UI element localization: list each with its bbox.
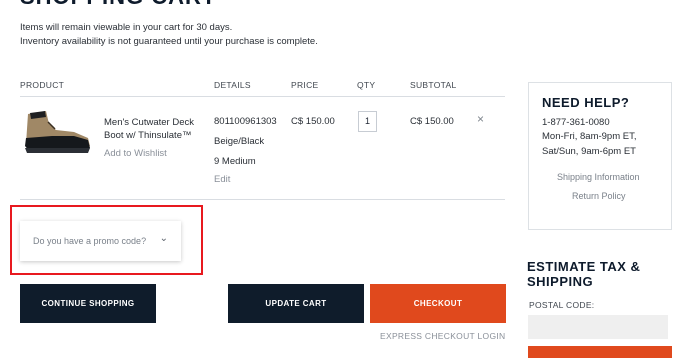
express-checkout-login-link[interactable]: EXPRESS CHECKOUT LOGIN — [380, 331, 505, 341]
chevron-down-icon: ⌄ — [159, 233, 168, 244]
product-subtotal: C$ 150.00 — [410, 116, 454, 127]
help-hours-weekend: Sat/Sun, 9am-6pm ET — [542, 146, 636, 157]
help-hours-weekday: Mon-Fri, 8am-9pm ET, — [542, 131, 637, 142]
column-subtotal: SUBTOTAL — [410, 80, 457, 90]
edit-item-link[interactable]: Edit — [214, 174, 230, 185]
shipping-information-link[interactable]: Shipping Information — [557, 172, 640, 182]
column-qty: QTY — [357, 80, 376, 90]
estimate-button[interactable] — [528, 346, 672, 358]
page-title: SHOPPING CART — [20, 0, 216, 10]
row-divider — [20, 199, 505, 200]
estimate-tax-title: ESTIMATE TAX & SHIPPING — [527, 259, 641, 289]
postal-code-input[interactable] — [528, 315, 668, 339]
product-size: 9 Medium — [214, 156, 256, 167]
column-details: DETAILS — [214, 80, 251, 90]
product-price: C$ 150.00 — [291, 116, 335, 127]
column-product: PRODUCT — [20, 80, 65, 90]
product-name[interactable]: Men's Cutwater Deck Boot w/ Thinsulate™ — [104, 116, 200, 142]
cart-notice-line1: Items will remain viewable in your cart … — [20, 22, 233, 33]
checkout-button[interactable]: CHECKOUT — [370, 284, 506, 323]
add-to-wishlist-link[interactable]: Add to Wishlist — [104, 148, 167, 159]
quantity-input[interactable]: 1 — [358, 111, 377, 132]
return-policy-link[interactable]: Return Policy — [572, 191, 626, 201]
postal-code-label: POSTAL CODE: — [529, 300, 595, 310]
remove-item-icon[interactable]: × — [477, 112, 484, 126]
cart-notice-line2: Inventory availability is not guaranteed… — [20, 36, 318, 47]
continue-shopping-button[interactable]: CONTINUE SHOPPING — [20, 284, 156, 323]
promo-code-toggle[interactable]: Do you have a promo code? ⌄ — [20, 221, 181, 261]
update-cart-button[interactable]: UPDATE CART — [228, 284, 364, 323]
product-image[interactable] — [22, 108, 94, 156]
help-title: NEED HELP? — [542, 95, 630, 110]
help-phone[interactable]: 1-877-361-0080 — [542, 117, 610, 128]
product-color: Beige/Black — [214, 136, 265, 147]
product-sku: 801100961303 — [214, 116, 277, 127]
column-price: PRICE — [291, 80, 319, 90]
promo-code-label: Do you have a promo code? — [33, 236, 147, 246]
header-divider — [20, 96, 505, 97]
